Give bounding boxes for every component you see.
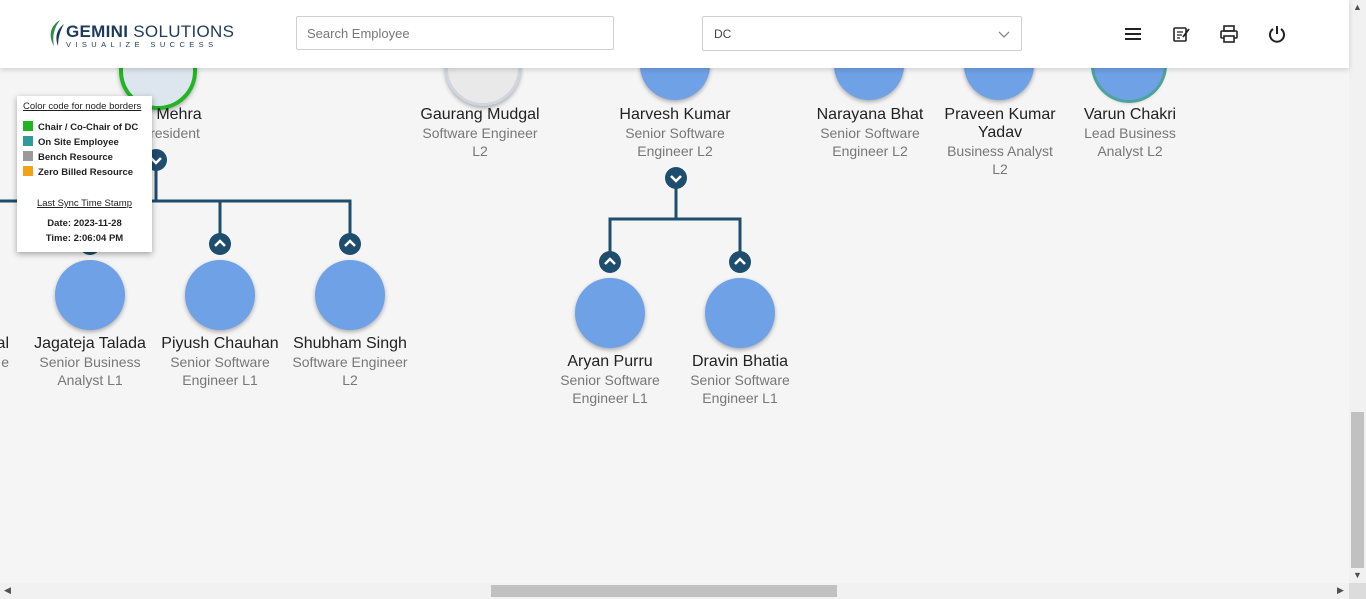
employee-designation: Software Engineer <box>422 125 538 141</box>
expand-toggle[interactable] <box>599 251 621 273</box>
legend-item-zero-billed: Zero Billed Resource <box>23 166 133 180</box>
legend-title: Color code for node borders <box>23 101 142 112</box>
notes-icon[interactable] <box>1171 24 1191 44</box>
employee-designation: Engineer L1 <box>702 390 778 406</box>
chevron-up-icon <box>214 239 226 247</box>
sync-title: Last Sync Time Stamp <box>36 198 133 209</box>
employee-node[interactable]: Praveen Kumar Yadav Business Analyst L2 <box>935 106 1065 178</box>
employee-node[interactable]: Aryan Purru Senior Software Engineer L1 <box>545 353 675 407</box>
employee-designation: Senior Software <box>690 372 790 388</box>
power-icon[interactable] <box>1267 24 1287 44</box>
employee-designation: Engineer L2 <box>637 143 713 159</box>
employee-node[interactable]: Jagateja Talada Senior Business Analyst … <box>25 335 155 389</box>
employee-name: Praveen Kumar <box>944 106 1056 123</box>
logo-text: GEMINI SOLUTIONS <box>66 22 235 41</box>
employee-designation: L2 <box>472 143 488 159</box>
employee-name: Piyush Chauhan <box>161 335 279 352</box>
employee-node[interactable]: Dravin Bhatia Senior Software Engineer L… <box>675 353 805 407</box>
employee-designation: Lead Business <box>1084 125 1176 141</box>
org-chart-canvas: j Mehra resident Gaurang Mudgal Software… <box>0 68 1349 583</box>
chevron-up-icon <box>344 239 356 247</box>
avatar[interactable] <box>705 278 775 348</box>
employee-designation: L2 <box>342 372 358 388</box>
chevron-up-icon <box>734 257 746 265</box>
avatar[interactable] <box>315 260 385 330</box>
app-header: GEMINI SOLUTIONS VISUALIZE SUCCESS DC <box>0 0 1349 68</box>
employee-designation: Senior Software <box>625 125 725 141</box>
employee-name: Gaurang Mudgal <box>420 106 540 123</box>
employee-designation: Software Engineer <box>292 354 408 370</box>
chevron-down-icon <box>998 31 1010 38</box>
employee-node[interactable]: Narayana Bhat Senior Software Engineer L… <box>805 106 935 160</box>
employee-name: Varun Chakri <box>1083 106 1177 123</box>
sync-date: Date: 2023-11-28 <box>47 218 122 229</box>
employee-node[interactable]: Piyush Chauhan Senior Software Engineer … <box>155 335 285 389</box>
scroll-right-arrow-icon[interactable]: ▶ <box>1337 585 1344 596</box>
scroll-down-arrow-icon[interactable]: ▼ <box>1353 570 1362 580</box>
employee-designation: Engineer L2 <box>832 143 908 159</box>
employee-name: al <box>0 335 9 352</box>
employee-designation: Senior Software <box>560 372 660 388</box>
employee-name: Narayana Bhat <box>816 106 924 123</box>
legend-item-bench: Bench Resource <box>23 151 113 165</box>
logo-tagline: VISUALIZE SUCCESS <box>66 40 218 49</box>
employee-node[interactable]: Varun Chakri Lead Business Analyst L2 <box>1065 106 1195 160</box>
employee-node[interactable]: Gaurang Mudgal Software Engineer L2 <box>415 106 545 160</box>
department-select-value: DC <box>714 27 732 41</box>
employee-designation: L2 <box>992 161 1008 177</box>
expand-toggle[interactable] <box>339 233 361 255</box>
logo-leaf-icon <box>50 20 64 46</box>
chevron-down-icon <box>670 175 682 183</box>
employee-name: Shubham Singh <box>293 335 407 352</box>
employee-name: Aryan Purru <box>567 353 653 370</box>
search-employee-input[interactable] <box>296 16 614 50</box>
employee-designation: Engineer L1 <box>572 390 648 406</box>
legend-item-chair: Chair / Co-Chair of DC <box>23 121 138 135</box>
employee-node[interactable]: Harvesh Kumar Senior Software Engineer L… <box>610 106 740 160</box>
legend-item-onsite: On Site Employee <box>23 136 119 150</box>
menu-icon[interactable] <box>1123 24 1143 44</box>
legend-panel: Color code for node borders Chair / Co-C… <box>17 96 152 252</box>
employee-name-line2: Yadav <box>977 124 1023 141</box>
department-select[interactable]: DC <box>702 16 1022 51</box>
employee-name: Dravin Bhatia <box>691 353 789 370</box>
scrollbar-corner <box>1349 583 1366 599</box>
employee-designation: Senior Business <box>39 354 141 370</box>
employee-designation: e <box>1 354 9 370</box>
employee-designation: Senior Software <box>170 354 270 370</box>
print-icon[interactable] <box>1219 24 1239 44</box>
vertical-scrollbar-thumb[interactable] <box>1351 412 1364 568</box>
scroll-up-arrow-icon[interactable]: ▲ <box>1353 2 1362 12</box>
avatar[interactable] <box>185 260 255 330</box>
legend-swatch <box>23 166 33 176</box>
horizontal-scrollbar-thumb[interactable] <box>491 585 837 597</box>
employee-designation: Senior Software <box>820 125 920 141</box>
legend-swatch <box>23 121 33 131</box>
employee-node[interactable]: Shubham Singh Software Engineer L2 <box>285 335 415 389</box>
chevron-up-icon <box>604 257 616 265</box>
employee-designation: Engineer L1 <box>182 372 258 388</box>
legend-swatch <box>23 151 33 161</box>
expand-toggle[interactable] <box>729 251 751 273</box>
avatar[interactable] <box>55 260 125 330</box>
sync-time: Time: 2:06:04 PM <box>45 233 124 244</box>
employee-designation: Analyst L1 <box>57 372 123 388</box>
expand-toggle[interactable] <box>209 233 231 255</box>
company-logo[interactable]: GEMINI SOLUTIONS VISUALIZE SUCCESS <box>46 16 234 52</box>
employee-name: Harvesh Kumar <box>619 106 731 123</box>
legend-swatch <box>23 136 33 146</box>
employee-name: Jagateja Talada <box>34 335 146 352</box>
collapse-toggle[interactable] <box>665 167 687 189</box>
employee-node[interactable]: al e <box>0 335 9 371</box>
employee-designation: Analyst L2 <box>1097 143 1163 159</box>
scroll-left-arrow-icon[interactable]: ◀ <box>4 585 11 596</box>
avatar[interactable] <box>575 278 645 348</box>
employee-designation: Business Analyst <box>947 143 1053 159</box>
